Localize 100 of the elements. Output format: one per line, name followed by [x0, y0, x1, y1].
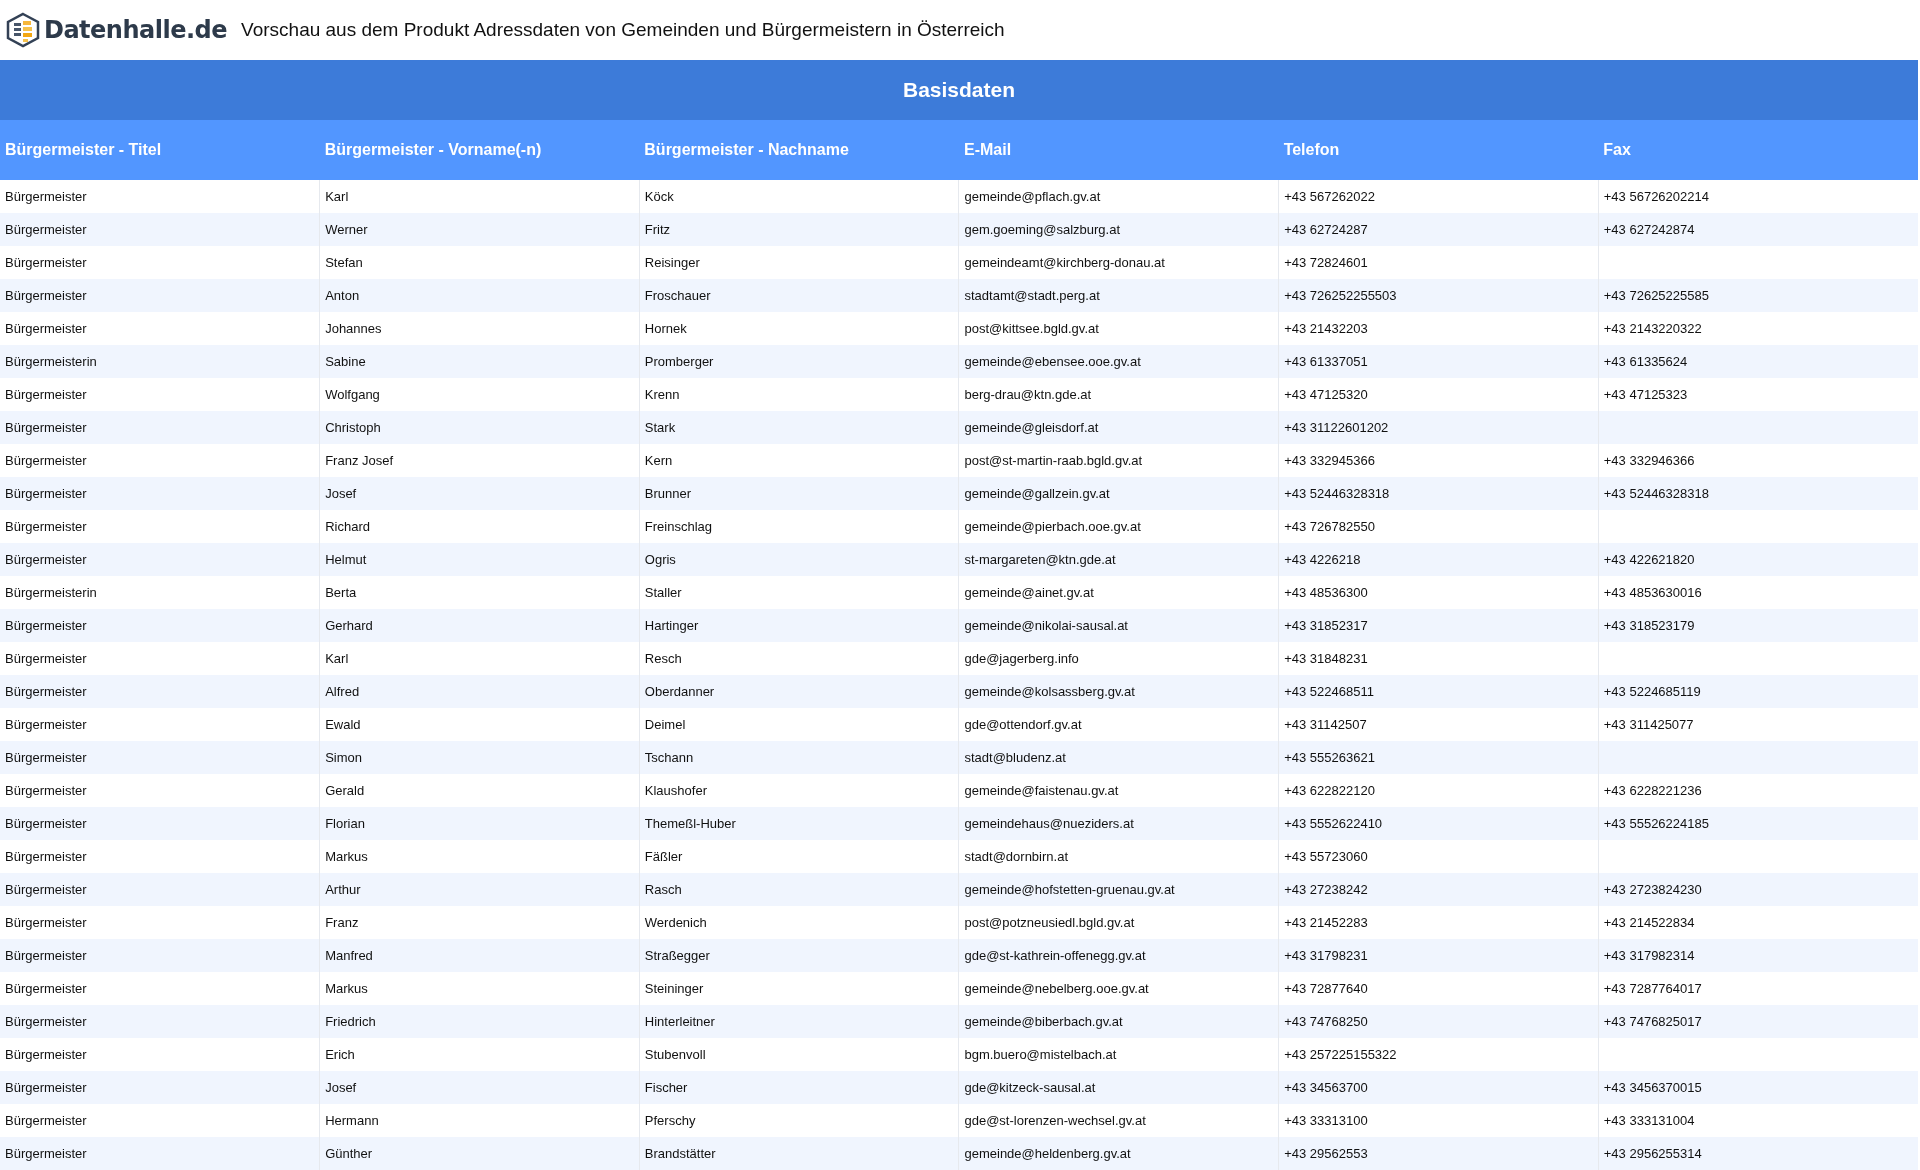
table-cell: Straßegger — [639, 939, 959, 972]
column-header: Fax — [1598, 120, 1918, 180]
table-cell: Arthur — [319, 873, 640, 906]
table-cell: Josef — [319, 477, 640, 510]
column-header: Bürgermeister - Nachname — [639, 120, 959, 180]
table-cell: +43 34563700 — [1278, 1071, 1599, 1104]
table-cell: gemeinde@nikolai-sausal.at — [958, 609, 1279, 642]
table-cell: Bürgermeister — [0, 1137, 320, 1170]
table-cell: Bürgermeisterin — [0, 576, 320, 609]
table-cell: gemeinde@heldenberg.gv.at — [958, 1137, 1279, 1170]
table-cell: +43 74768250 — [1278, 1005, 1599, 1038]
column-header: Bürgermeister - Titel — [0, 120, 320, 180]
table-cell: Bürgermeister — [0, 312, 320, 345]
table-cell: Bürgermeister — [0, 906, 320, 939]
table-cell: +43 4226218 — [1278, 543, 1599, 576]
table-cell: +43 27238242 — [1278, 873, 1599, 906]
table-cell: gemeindehaus@nueziders.at — [958, 807, 1279, 840]
table-cell: gemeinde@gleisdorf.at — [958, 411, 1279, 444]
table-cell: Bürgermeister — [0, 411, 320, 444]
table-cell: +43 52446328318 — [1278, 477, 1599, 510]
table-cell: stadtamt@stadt.perg.at — [958, 279, 1279, 312]
table-cell: Promberger — [639, 345, 959, 378]
table-cell: gem.goeming@salzburg.at — [958, 213, 1279, 246]
table-cell: +43 31122601202 — [1278, 411, 1599, 444]
table-cell: Anton — [319, 279, 640, 312]
table-cell: Bürgermeister — [0, 1071, 320, 1104]
column-header: E-Mail — [958, 120, 1279, 180]
table-group-header: Basisdaten — [0, 60, 1918, 120]
table-cell: +43 2956255314 — [1598, 1137, 1918, 1170]
table-cell: Bürgermeister — [0, 444, 320, 477]
table-cell: Bürgermeister — [0, 840, 320, 873]
table-cell: Bürgermeister — [0, 246, 320, 279]
table-cell: Bürgermeister — [0, 642, 320, 675]
table-cell: gde@kitzeck-sausal.at — [958, 1071, 1279, 1104]
table-cell: +43 422621820 — [1598, 543, 1918, 576]
table-cell: Bürgermeister — [0, 939, 320, 972]
table-cell: Josef — [319, 1071, 640, 1104]
table-cell: Hinterleitner — [639, 1005, 959, 1038]
table-cell: Bürgermeister — [0, 1038, 320, 1071]
table-cell: Brandstätter — [639, 1137, 959, 1170]
table-cell: +43 5552622410 — [1278, 807, 1599, 840]
table-cell: gemeinde@gallzein.gv.at — [958, 477, 1279, 510]
table-cell: Bürgermeister — [0, 180, 320, 213]
table-cell: +43 61335624 — [1598, 345, 1918, 378]
table-cell: Bürgermeister — [0, 477, 320, 510]
table-cell: Bürgermeister — [0, 510, 320, 543]
table-cell: Froschauer — [639, 279, 959, 312]
table-cell: +43 318523179 — [1598, 609, 1918, 642]
table-cell: Hartinger — [639, 609, 959, 642]
table-cell: Christoph — [319, 411, 640, 444]
table-cell: +43 627242874 — [1598, 213, 1918, 246]
table-cell: +43 62724287 — [1278, 213, 1599, 246]
table-cell: Fritz — [639, 213, 959, 246]
table-cell: +43 61337051 — [1278, 345, 1599, 378]
table-cell: gde@st-kathrein-offenegg.gv.at — [958, 939, 1279, 972]
table-cell: Friedrich — [319, 1005, 640, 1038]
table-cell: +43 555263621 — [1278, 741, 1599, 774]
column-header: Bürgermeister - Vorname(-n) — [319, 120, 640, 180]
table-cell: Alfred — [319, 675, 640, 708]
table-cell: Bürgermeister — [0, 972, 320, 1005]
logo-icon — [6, 12, 40, 48]
table-cell: +43 3456370015 — [1598, 1071, 1918, 1104]
table-cell: Simon — [319, 741, 640, 774]
logo-text: Datenhalle.de — [44, 16, 228, 44]
table-cell: Themeßl-Huber — [639, 807, 959, 840]
table-cell: gemeinde@kolsassberg.gv.at — [958, 675, 1279, 708]
table-cell: Bürgermeister — [0, 543, 320, 576]
table-cell: Bürgermeister — [0, 873, 320, 906]
table-cell: Manfred — [319, 939, 640, 972]
table-cell: gemeinde@biberbach.gv.at — [958, 1005, 1279, 1038]
table-cell: Rasch — [639, 873, 959, 906]
table-cell: gemeinde@hofstetten-gruenau.gv.at — [958, 873, 1279, 906]
table-cell: Stark — [639, 411, 959, 444]
table-cell: Bürgermeister — [0, 609, 320, 642]
table-cell: +43 29562553 — [1278, 1137, 1599, 1170]
table-cell: Sabine — [319, 345, 640, 378]
table-cell: Bürgermeister — [0, 1005, 320, 1038]
table-cell: +43 31852317 — [1278, 609, 1599, 642]
table-cell: Bürgermeister — [0, 378, 320, 411]
table-cell: +43 55526224185 — [1598, 807, 1918, 840]
table-cell: Bürgermeister — [0, 1104, 320, 1137]
table-cell: +43 317982314 — [1598, 939, 1918, 972]
table-cell: st-margareten@ktn.gde.at — [958, 543, 1279, 576]
table-cell: Bürgermeister — [0, 774, 320, 807]
table-cell: +43 522468511 — [1278, 675, 1599, 708]
table-cell: Oberdanner — [639, 675, 959, 708]
table-cell: Florian — [319, 807, 640, 840]
page-title: Vorschau aus dem Produkt Adressdaten von Gemeinden und Bürgermeistern in Österreich — [241, 19, 1005, 41]
table-cell: Bürgermeister — [0, 708, 320, 741]
table-cell: +43 72625225585 — [1598, 279, 1918, 312]
table-cell: +43 31798231 — [1278, 939, 1599, 972]
table-cell: Ogris — [639, 543, 959, 576]
table-cell: +43 5224685119 — [1598, 675, 1918, 708]
table-cell: Gerhard — [319, 609, 640, 642]
table-cell: +43 2723824230 — [1598, 873, 1918, 906]
table-cell: Bürgermeister — [0, 807, 320, 840]
table-cell: Helmut — [319, 543, 640, 576]
table-cell: stadt@bludenz.at — [958, 741, 1279, 774]
table-cell: +43 52446328318 — [1598, 477, 1918, 510]
table-cell: Bürgermeister — [0, 675, 320, 708]
